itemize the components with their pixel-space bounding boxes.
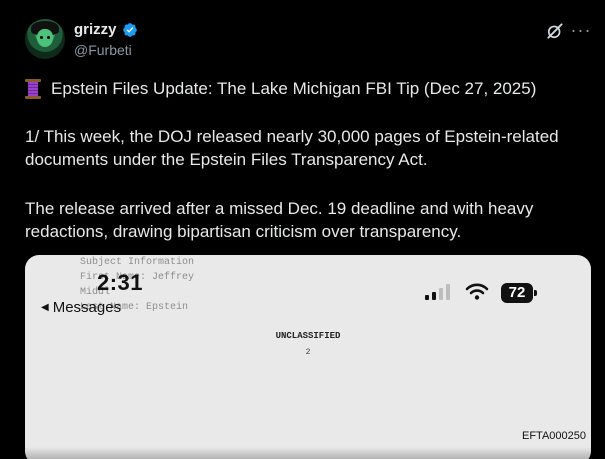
more-icon[interactable]: ··· — [570, 20, 592, 40]
cellular-signal-icon — [425, 284, 450, 300]
post: grizzy @Furbeti ··· Epstein Files Update… — [0, 0, 605, 459]
verified-badge-icon — [122, 22, 137, 37]
avatar-eye — [40, 36, 43, 39]
document-id: EFTA000250 — [522, 430, 587, 442]
document-page-number: 2 — [305, 348, 311, 357]
wifi-icon — [465, 283, 489, 300]
status-bar-clock: 2:31 — [97, 270, 144, 295]
media-image[interactable]: Subject Information First Name: Jeffrey … — [25, 255, 591, 459]
back-arrow-icon: ◀ — [41, 302, 49, 313]
post-title: Epstein Files Update: The Lake Michigan … — [51, 79, 537, 98]
author-name-row[interactable]: grizzy — [74, 21, 138, 38]
classification-label: UNCLASSIFIED — [275, 331, 341, 341]
messages-back-label: Messages — [52, 299, 122, 316]
post-title-line: Epstein Files Update: The Lake Michigan … — [25, 77, 585, 100]
post-paragraph-2: The release arrived after a missed Dec. … — [25, 199, 534, 241]
messages-back-link: ◀ Messages — [41, 299, 121, 316]
battery-level: 72 — [501, 283, 533, 303]
display-name[interactable]: grizzy — [74, 21, 117, 38]
battery-icon: 72 — [501, 283, 537, 303]
faded-line: Subject Information — [80, 257, 195, 268]
avatar[interactable] — [25, 19, 65, 59]
author-handle[interactable]: @Furbeti — [74, 42, 132, 58]
avatar-eye — [47, 36, 50, 39]
media-bottom-shade — [25, 447, 591, 459]
post-paragraph-1: 1/ This week, the DOJ released nearly 30… — [25, 127, 559, 169]
grok-icon[interactable] — [545, 21, 565, 41]
spool-of-thread-icon — [25, 78, 41, 99]
